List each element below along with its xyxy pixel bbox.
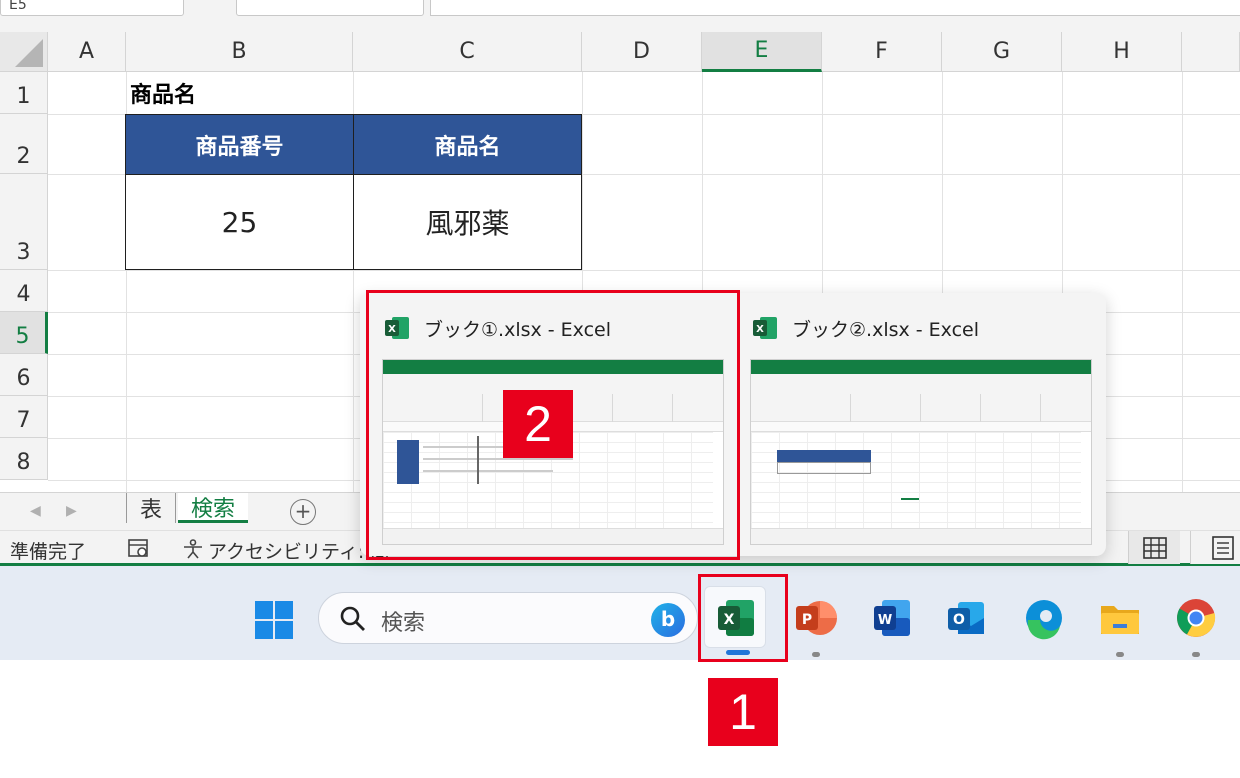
- next-sheet-icon[interactable]: ▶: [66, 503, 77, 519]
- thumbnail-preview-book2[interactable]: [750, 359, 1092, 545]
- file-explorer-icon[interactable]: [1098, 596, 1142, 640]
- macro-record-icon[interactable]: [128, 539, 150, 559]
- step-1-label: 1: [708, 678, 778, 746]
- row-header-3[interactable]: 3: [0, 174, 48, 270]
- screen: E5 A B C D E F G H 1 2 3 4 5 6 7 8 商品名 商…: [0, 0, 1240, 778]
- page-layout-icon: [1212, 536, 1234, 560]
- windows-taskbar: 検索 b X P W O: [0, 566, 1240, 660]
- row-header-8[interactable]: 8: [0, 438, 48, 480]
- cell-c2-header[interactable]: 商品名: [353, 114, 582, 175]
- column-header-a[interactable]: A: [48, 32, 126, 72]
- add-sheet-icon[interactable]: +: [290, 499, 316, 525]
- column-header-e[interactable]: E: [702, 32, 822, 72]
- chrome-icon[interactable]: [1174, 596, 1218, 640]
- row-header-5[interactable]: 5: [0, 312, 48, 354]
- status-ready: 準備完了: [10, 541, 87, 563]
- bing-icon[interactable]: b: [651, 603, 685, 637]
- row-header-7[interactable]: 7: [0, 396, 48, 438]
- step-2-label: 2: [503, 390, 573, 458]
- search-placeholder: 検索: [381, 611, 426, 636]
- thumbnail-title-book2[interactable]: ブック②.xlsx - Excel: [792, 315, 979, 342]
- column-header-d[interactable]: D: [582, 32, 702, 72]
- normal-view-button[interactable]: [1128, 531, 1180, 564]
- select-all-corner[interactable]: [0, 32, 48, 72]
- formula-input[interactable]: [430, 0, 1240, 16]
- sheet-tab-kensaku[interactable]: 検索: [178, 493, 248, 523]
- name-box[interactable]: E5: [0, 0, 184, 16]
- sheet-tab-hyou[interactable]: 表: [126, 493, 176, 523]
- powerpoint-icon[interactable]: P: [794, 596, 838, 640]
- word-icon[interactable]: W: [870, 596, 914, 640]
- page-layout-view-button[interactable]: [1190, 531, 1240, 564]
- svg-text:O: O: [953, 612, 965, 628]
- column-header-b[interactable]: B: [126, 32, 353, 72]
- row-header-6[interactable]: 6: [0, 354, 48, 396]
- cell-c3[interactable]: 風邪薬: [353, 174, 582, 270]
- cell-b1[interactable]: 商品名: [126, 72, 352, 114]
- accessibility-icon[interactable]: [182, 539, 204, 559]
- taskbar-search-box[interactable]: 検索 b: [318, 592, 698, 644]
- formula-buttons[interactable]: [236, 0, 424, 16]
- formula-bar: E5: [0, 0, 1240, 32]
- svg-text:W: W: [878, 613, 892, 628]
- column-header-i[interactable]: [1182, 32, 1240, 72]
- row-header-2[interactable]: 2: [0, 114, 48, 174]
- cell-b3[interactable]: 25: [125, 174, 354, 270]
- outlook-icon[interactable]: O: [944, 596, 988, 640]
- column-header-h[interactable]: H: [1062, 32, 1182, 72]
- edge-icon[interactable]: [1022, 596, 1066, 640]
- windows-start-icon[interactable]: [254, 600, 294, 640]
- prev-sheet-icon[interactable]: ◀: [30, 503, 41, 519]
- svg-text:X: X: [756, 324, 764, 335]
- grid-view-icon: [1143, 537, 1167, 559]
- row-header-4[interactable]: 4: [0, 270, 48, 312]
- excel-small-icon-2: X: [753, 317, 777, 339]
- cell-b2-header[interactable]: 商品番号: [125, 114, 354, 175]
- column-header-g[interactable]: G: [942, 32, 1062, 72]
- row-header-1[interactable]: 1: [0, 72, 48, 114]
- column-header-c[interactable]: C: [353, 32, 582, 72]
- search-icon: [340, 606, 365, 631]
- highlight-taskbar-excel: [698, 574, 788, 662]
- svg-text:P: P: [802, 612, 812, 628]
- column-header-f[interactable]: F: [822, 32, 942, 72]
